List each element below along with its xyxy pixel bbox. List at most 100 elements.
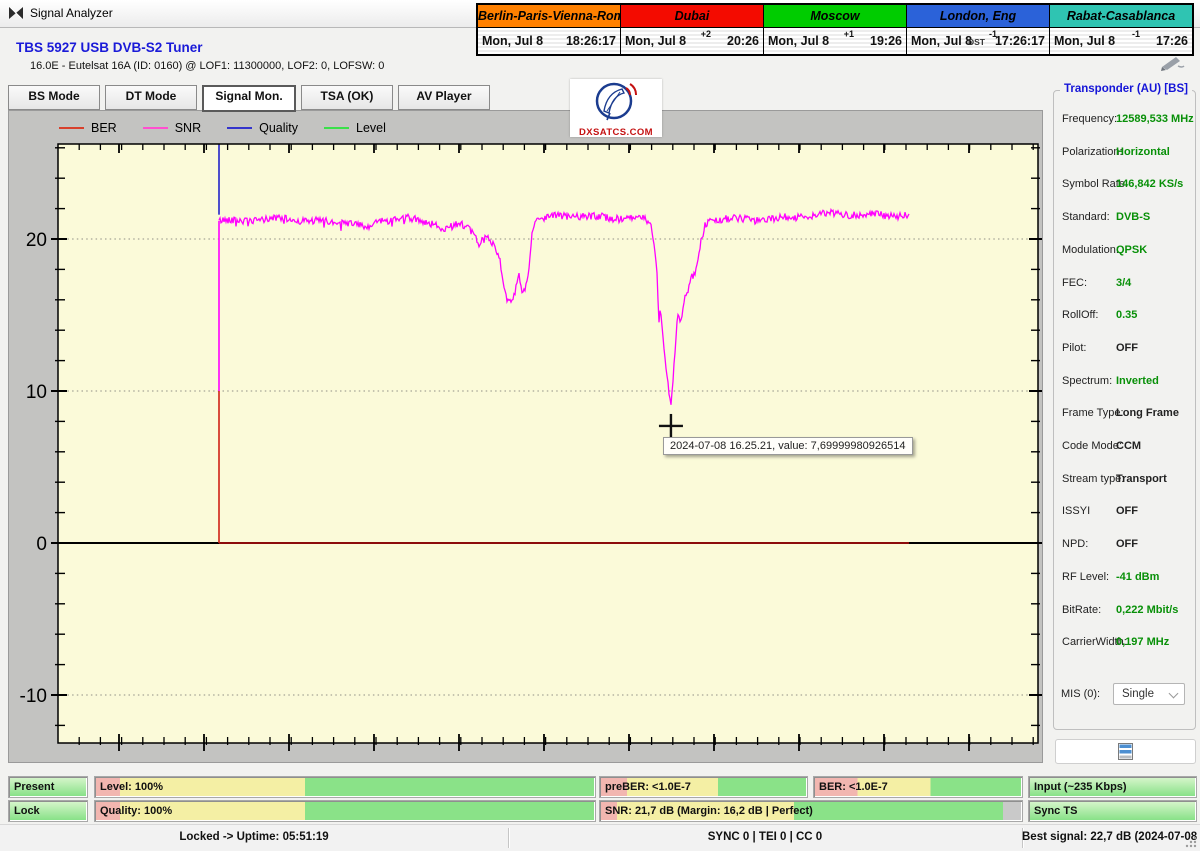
- clock-date: Mon, Jul 8: [1054, 34, 1116, 48]
- field-value: Inverted: [1116, 374, 1159, 387]
- clock-column-berlin-paris-vienna-roma: Berlin-Paris-Vienna-Roma Mon, Jul 8 18:26:…: [478, 5, 621, 54]
- clock-display: Mon, Jul 8 +2 20:26: [621, 28, 763, 54]
- transponder-row-frequency: Frequency: 12589,533 MHz: [1062, 113, 1194, 129]
- clock-city: Moscow: [764, 5, 906, 28]
- field-value: OFF: [1116, 538, 1138, 551]
- transponder-row-carrierwidth: CarrierWidth: 0,197 MHz: [1062, 636, 1189, 652]
- statusbar-sync-counters: SYNC 0 | TEI 0 | CC 0: [707, 831, 823, 843]
- badge-present: Present: [8, 776, 88, 798]
- clock-time: 19:26: [870, 34, 902, 48]
- clock-column-london-eng: London, Eng Mon, Jul 8 -1 DST 17:26:17: [907, 5, 1050, 54]
- field-label: Standard:: [1062, 211, 1110, 224]
- field-label: RollOff:: [1062, 309, 1099, 322]
- field-value: Horizontal: [1116, 145, 1170, 158]
- clock-display: Mon, Jul 8 -1 DST 17:26:17: [907, 28, 1049, 54]
- segment-label: Sync TS: [1034, 805, 1078, 817]
- window-title: Signal Analyzer: [30, 6, 113, 20]
- transponder-row-fec: FEC: 3/4: [1062, 277, 1189, 293]
- field-value: CCM: [1116, 440, 1142, 452]
- bar-quality-100: Quality: 100%: [94, 800, 596, 822]
- field-value: 3/4: [1116, 276, 1132, 289]
- field-value: 146,842 KS/s: [1116, 178, 1184, 191]
- clock-display: Mon, Jul 8 18:26:17: [478, 28, 620, 54]
- clock-city: Rabat-Casablanca: [1050, 5, 1192, 28]
- clock-display: Mon, Jul 8 -1 17:26: [1050, 28, 1192, 54]
- clock-time: 17:26:17: [994, 34, 1045, 48]
- transponder-panel: Transponder (AU) [BS] Frequency: 12589,53…: [1053, 83, 1196, 730]
- field-label: RF Level:: [1062, 570, 1110, 583]
- transponder-row-stream-type: Stream type: Transport: [1062, 473, 1189, 489]
- clock-dst-flag: DST: [968, 37, 985, 47]
- chart-tooltip: 2024-07-08 16.25.21, value: 7,6999998092…: [663, 437, 913, 455]
- field-value: 0,222 Mbit/s: [1116, 603, 1179, 616]
- field-label: Frequency:: [1062, 113, 1118, 125]
- svg-text:-10: -10: [20, 686, 47, 707]
- transponder-row-polarization: Polarization: Horizontal: [1062, 146, 1189, 162]
- svg-text:20: 20: [26, 230, 47, 251]
- transponder-row-code-mode: Code Mode: CCM: [1062, 440, 1189, 456]
- clock-utc-offset: +1: [843, 29, 854, 39]
- transponder-row-symbol-rate: Symbol Rate: 146,842 KS/s: [1062, 178, 1189, 194]
- app-icon: [9, 7, 23, 19]
- field-label: NPD:: [1062, 538, 1089, 551]
- clock-time: 17:26: [1156, 34, 1188, 48]
- resize-grip[interactable]: [1183, 834, 1197, 848]
- field-label: Modulation:: [1062, 243, 1119, 256]
- transponder-row-rf-level: RF Level: -41 dBm: [1062, 571, 1189, 587]
- bar-preber-1-0e-7: preBER: <1.0E-7: [599, 776, 808, 798]
- field-value: QPSK: [1116, 243, 1148, 256]
- tuner-title: TBS 5927 USB DVB-S2 Tuner: [16, 40, 203, 55]
- dxsatcs-logo: DXSATCS.COM: [570, 79, 662, 138]
- tab-signal-mon[interactable]: Signal Mon.: [202, 85, 296, 112]
- segment-label: preBER: <1.0E-7: [605, 781, 691, 793]
- transponder-row-npd: NPD: OFF: [1062, 538, 1189, 554]
- transponder-panel-title: Transponder (AU) [BS]: [1060, 83, 1192, 95]
- field-value: OFF: [1116, 505, 1138, 518]
- clock-city: London, Eng: [907, 5, 1049, 28]
- segment-label: Lock: [14, 805, 40, 817]
- satellite-dish-logo-icon: [595, 82, 637, 121]
- tab-tsa-ok[interactable]: TSA (OK): [301, 85, 393, 110]
- chevron-down-icon: [1168, 688, 1179, 699]
- field-value: 0.35: [1116, 309, 1138, 322]
- tab-bs-mode[interactable]: BS Mode: [8, 85, 100, 110]
- mis-dropdown[interactable]: Single: [1113, 683, 1185, 705]
- field-value: OFF: [1116, 341, 1138, 354]
- segment-label: Input (~235 Kbps): [1034, 781, 1127, 793]
- clock-column-dubai: Dubai Mon, Jul 8 +2 20:26: [621, 5, 764, 54]
- badge-sync-ts: Sync TS: [1028, 800, 1197, 822]
- clock-date: Mon, Jul 8: [911, 34, 973, 48]
- field-value: 12589,533 MHz: [1116, 113, 1194, 125]
- tuner-subtitle: 16.0E - Eutelsat 16A (ID: 0160) @ LOF1: …: [30, 60, 385, 72]
- stream-list-button[interactable]: [1055, 739, 1196, 764]
- field-label: BitRate:: [1062, 603, 1102, 616]
- field-label: Polarization:: [1062, 145, 1123, 158]
- segment-label: Present: [14, 781, 55, 793]
- segment-label: BER: <1.0E-7: [819, 781, 888, 793]
- world-clock-panel: Berlin-Paris-Vienna-Roma Mon, Jul 8 18:26:…: [476, 3, 1194, 56]
- transponder-row-bitrate: BitRate: 0,222 Mbit/s: [1062, 604, 1189, 620]
- clock-display: Mon, Jul 8 +1 19:26: [764, 28, 906, 54]
- bar-snr-21-7-db-margin-16-2-db-perfect: SNR: 21,7 dB (Margin: 16,2 dB | Perfect): [599, 800, 1023, 822]
- field-value: Transport: [1116, 472, 1167, 485]
- field-value: DVB-S: [1116, 211, 1151, 224]
- segment-label: Level: 100%: [100, 781, 163, 793]
- transponder-row-pilot: Pilot: OFF: [1062, 342, 1189, 358]
- transponder-row-issyi: ISSYI OFF: [1062, 505, 1189, 521]
- clock-city: Berlin-Paris-Vienna-Roma: [478, 5, 620, 28]
- clock-time: 18:26:17: [565, 34, 616, 48]
- clock-date: Mon, Jul 8: [482, 34, 544, 48]
- tab-dt-mode[interactable]: DT Mode: [105, 85, 197, 110]
- mode-tabs: BS Mode DT Mode Signal Mon. TSA (OK) AV Play…: [8, 85, 490, 112]
- clock-date: Mon, Jul 8: [625, 34, 687, 48]
- field-label: Spectrum:: [1062, 374, 1113, 387]
- clock-date: Mon, Jul 8: [768, 34, 830, 48]
- clock-utc-offset: +2: [700, 29, 711, 39]
- segment-label: SNR: 21,7 dB (Margin: 16,2 dB | Perfect): [605, 805, 813, 817]
- svg-text:0: 0: [36, 534, 47, 555]
- tab-av-player[interactable]: AV Player: [398, 85, 490, 110]
- clock-column-rabat-casablanca: Rabat-Casablanca Mon, Jul 8 -1 17:26: [1050, 5, 1192, 54]
- field-label: Code Mode:: [1062, 440, 1122, 452]
- transponder-row-rolloff: RollOff: 0.35: [1062, 309, 1189, 325]
- transponder-row-spectrum: Spectrum: Inverted: [1062, 375, 1189, 391]
